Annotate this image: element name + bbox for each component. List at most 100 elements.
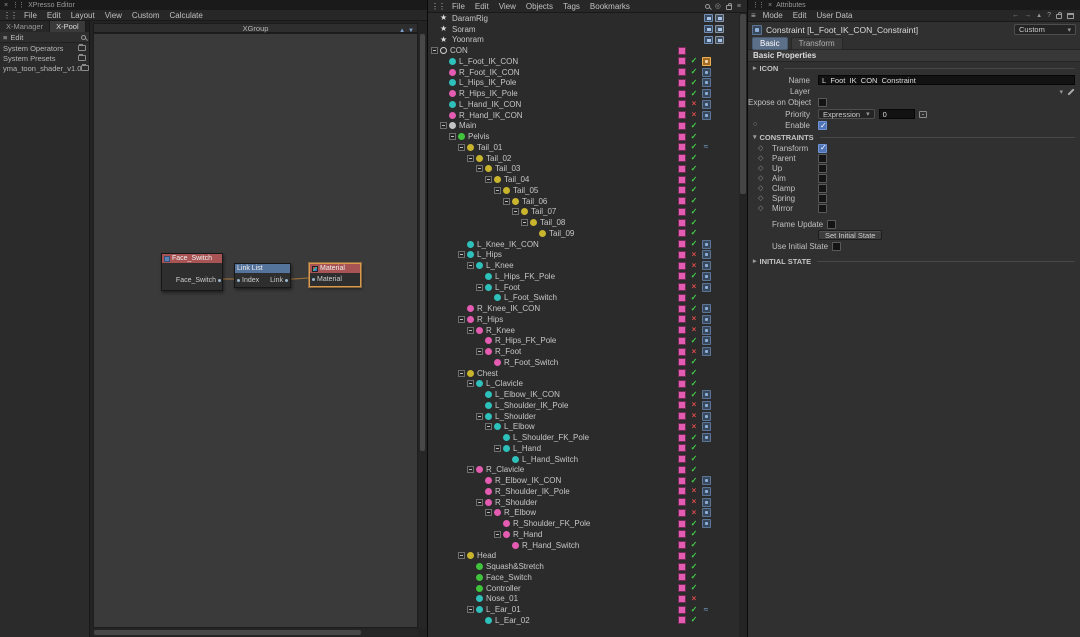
tree-row-l-hips-fk-pole[interactable]: L_Hips_FK_Pole — [428, 271, 739, 282]
material-tag-icon[interactable] — [678, 100, 686, 108]
material-tag-icon[interactable] — [678, 487, 686, 495]
tree-row-r-elbow-ik-con[interactable]: R_Elbow_IK_CON — [428, 475, 739, 486]
material-tag-icon[interactable] — [678, 401, 686, 409]
enabled-check-icon[interactable] — [691, 186, 698, 194]
enabled-check-icon[interactable] — [691, 616, 698, 624]
disabled-x-icon[interactable] — [692, 348, 697, 356]
constraints-group-header[interactable]: CONSTRAINTS — [748, 131, 1080, 143]
material-tag-icon[interactable] — [678, 176, 686, 184]
tab-x-manager[interactable]: X-Manager — [0, 21, 50, 32]
tree-row-l-hips-ik-pole[interactable]: L_Hips_IK_Pole — [428, 78, 739, 89]
expand-toggle-icon[interactable] — [467, 155, 474, 162]
keyframe-dot-icon[interactable] — [753, 121, 757, 128]
material-tag-icon[interactable] — [678, 47, 686, 55]
material-tag-icon[interactable] — [678, 552, 686, 560]
tree-row-l-hand-switch[interactable]: L_Hand_Switch — [428, 454, 739, 465]
objects-menu-bookmarks[interactable]: Bookmarks — [585, 2, 635, 11]
expand-toggle-icon[interactable] — [512, 208, 519, 215]
material-tag-icon[interactable] — [678, 90, 686, 98]
enabled-check-icon[interactable] — [691, 606, 698, 614]
enabled-check-icon[interactable] — [691, 79, 698, 87]
material-tag-icon[interactable] — [678, 262, 686, 270]
constraint-tag-icon[interactable] — [702, 283, 711, 292]
enabled-check-icon[interactable] — [691, 455, 698, 463]
enabled-check-icon[interactable] — [691, 337, 698, 345]
tree-row-chest[interactable]: Chest — [428, 368, 739, 379]
tree-row-l-hips[interactable]: L_Hips — [428, 250, 739, 261]
tree-row-daramrig[interactable]: DaramRig — [428, 13, 739, 24]
keyframe-diamond-icon[interactable] — [758, 164, 772, 172]
constraint-tag-icon[interactable] — [702, 401, 711, 410]
enabled-check-icon[interactable] — [691, 122, 698, 130]
enabled-check-icon[interactable] — [691, 90, 698, 98]
tree-row-l-hand[interactable]: L_Hand — [428, 443, 739, 454]
enabled-check-icon[interactable] — [691, 272, 698, 280]
constraint-checkbox-aim[interactable] — [818, 174, 827, 183]
tree-row-squash-stretch[interactable]: Squash&Stretch — [428, 561, 739, 572]
tree-row-l-foot-ik-con[interactable]: L_Foot_IK_CON — [428, 56, 739, 67]
expand-toggle-icon[interactable] — [476, 413, 483, 420]
material-tag-icon[interactable] — [678, 219, 686, 227]
expand-toggle-icon[interactable] — [440, 122, 447, 129]
expand-toggle-icon[interactable] — [485, 423, 492, 430]
layer-icon[interactable] — [715, 14, 724, 22]
tree-row-tail-09[interactable]: Tail_09 — [428, 228, 739, 239]
constraint-tag-icon[interactable] — [702, 100, 711, 109]
tree-row-tail-08[interactable]: Tail_08 — [428, 217, 739, 228]
tree-row-l-hand-ik-con[interactable]: L_Hand_IK_CON — [428, 99, 739, 110]
constraint-checkbox-transform[interactable] — [818, 144, 827, 153]
vibrate-tag-icon[interactable] — [704, 606, 708, 614]
expand-toggle-icon[interactable] — [467, 466, 474, 473]
expand-toggle-icon[interactable] — [431, 47, 438, 54]
tree-row-controller[interactable]: Controller — [428, 583, 739, 594]
tree-row-tail-04[interactable]: Tail_04 — [428, 174, 739, 185]
scrollbar-thumb[interactable] — [94, 630, 361, 635]
material-tag-icon[interactable] — [678, 530, 686, 538]
attributes-menu-user-data[interactable]: User Data — [811, 11, 857, 20]
material-tag-icon[interactable] — [678, 509, 686, 517]
constraint-tag-icon[interactable] — [702, 422, 711, 431]
tree-row-l-clavicle[interactable]: L_Clavicle — [428, 379, 739, 390]
keyframe-diamond-icon[interactable] — [758, 174, 772, 182]
constraint-tag-icon[interactable] — [702, 89, 711, 98]
constraint-tag-icon[interactable] — [702, 240, 711, 249]
scrollbar-thumb[interactable] — [740, 14, 746, 194]
canvas-horizontal-scrollbar[interactable] — [93, 629, 418, 636]
search-icon[interactable] — [705, 4, 710, 9]
disabled-x-icon[interactable] — [692, 283, 697, 291]
pool-header-label[interactable]: Edit — [10, 33, 23, 42]
tree-row-r-shoulder[interactable]: R_Shoulder — [428, 497, 739, 508]
objects-menu-tags[interactable]: Tags — [558, 2, 585, 11]
layer-icon[interactable] — [715, 36, 724, 44]
priority-mode-dropdown[interactable]: Expression — [818, 109, 875, 119]
material-tag-icon[interactable] — [678, 348, 686, 356]
pool-item-system-operators[interactable]: System Operators — [0, 43, 89, 53]
enabled-check-icon[interactable] — [691, 444, 698, 452]
constraint-tag-icon[interactable] — [702, 261, 711, 270]
tree-row-r-hand[interactable]: R_Hand — [428, 529, 739, 540]
enabled-check-icon[interactable] — [691, 369, 698, 377]
enabled-check-icon[interactable] — [691, 466, 698, 474]
material-tag-icon[interactable] — [678, 584, 686, 592]
tree-row-tail-03[interactable]: Tail_03 — [428, 164, 739, 175]
lock-icon[interactable] — [726, 5, 732, 10]
panel-menu-icon[interactable] — [751, 11, 756, 20]
constraint-tag-icon[interactable] — [702, 111, 711, 120]
tree-row-main[interactable]: Main — [428, 121, 739, 132]
tree-row-l-ear-02[interactable]: L_Ear_02 — [428, 615, 739, 626]
disabled-x-icon[interactable] — [692, 509, 697, 517]
tree-row-l-foot-switch[interactable]: L_Foot_Switch — [428, 293, 739, 304]
material-tag-icon[interactable] — [678, 541, 686, 549]
scroll-to-active-icon[interactable] — [715, 2, 721, 10]
enabled-check-icon[interactable] — [691, 240, 698, 248]
constraint-tag-icon[interactable] — [702, 250, 711, 259]
constraint-tag-icon[interactable] — [702, 272, 711, 281]
tree-row-yoonram[interactable]: Yoonram — [428, 35, 739, 46]
tree-row-l-ear-01[interactable]: L_Ear_01 — [428, 604, 739, 615]
material-tag-icon[interactable] — [678, 455, 686, 463]
layer-dropdown-icon[interactable] — [1059, 88, 1063, 96]
material-tag-icon[interactable] — [678, 122, 686, 130]
material-tag-icon[interactable] — [678, 337, 686, 345]
enabled-check-icon[interactable] — [691, 552, 698, 560]
tree-row-r-knee-ik-con[interactable]: R_Knee_IK_CON — [428, 303, 739, 314]
